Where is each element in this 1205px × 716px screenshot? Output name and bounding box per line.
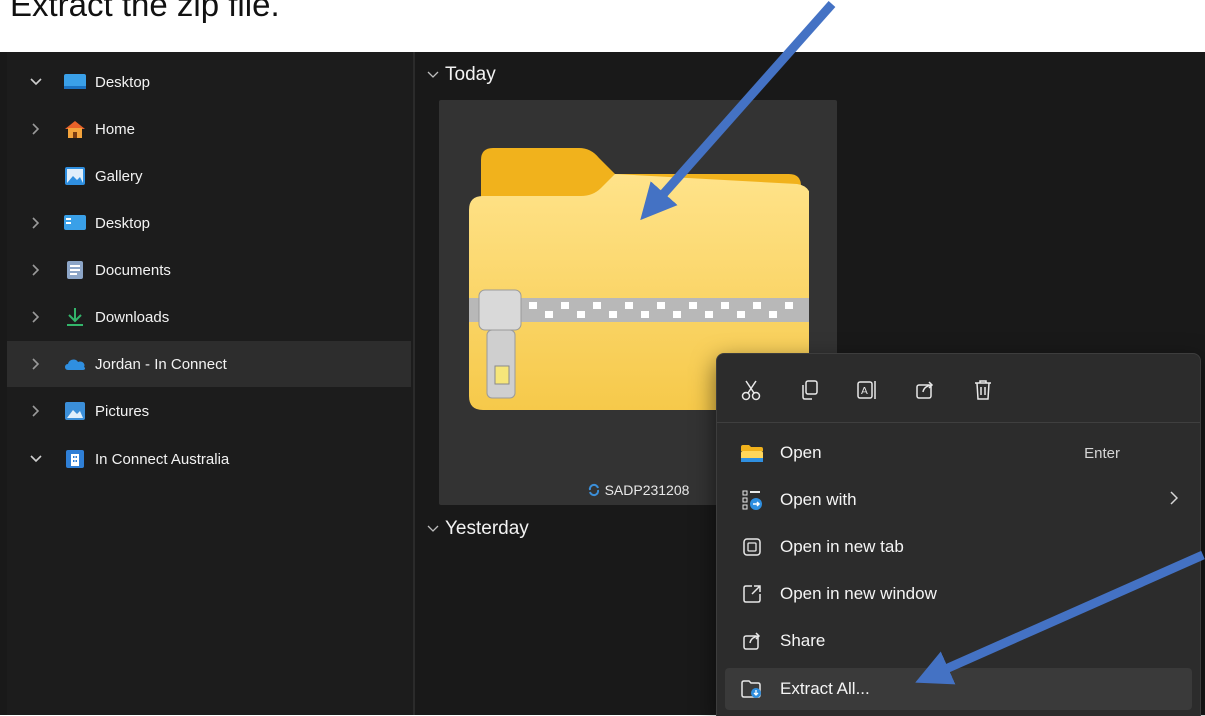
menu-item-label: Share <box>780 631 826 650</box>
delete-icon[interactable] <box>961 368 1005 412</box>
pictures-icon <box>63 401 87 421</box>
file-name-label: SADP231208 <box>604 482 690 498</box>
new-tab-icon <box>739 536 765 558</box>
nav-item-downloads[interactable]: Downloads <box>7 294 411 340</box>
menu-item-label: Extract All... <box>780 679 870 698</box>
share-icon[interactable] <box>903 368 947 412</box>
group-header-yesterday[interactable]: Yesterday <box>427 518 529 540</box>
share-icon <box>739 630 765 652</box>
nav-item-label: Desktop <box>95 73 151 91</box>
nav-item-desktop[interactable]: Desktop <box>7 200 411 246</box>
nav-item-label: Gallery <box>95 167 143 185</box>
new-window-icon <box>739 583 765 605</box>
context-menu: A Open Enter Open with Open in new tab O… <box>716 353 1201 716</box>
group-label: Today <box>445 64 496 85</box>
chevron-right-icon[interactable] <box>29 263 43 277</box>
menu-item-label: Open <box>780 443 822 462</box>
chevron-right-icon <box>1170 490 1179 510</box>
copy-icon[interactable] <box>787 368 831 412</box>
svg-text:A: A <box>861 386 868 397</box>
documents-icon <box>63 260 87 280</box>
menu-item-open[interactable]: Open Enter <box>725 432 1192 474</box>
instruction-caption: Extract the zip file. <box>10 0 280 23</box>
chevron-right-icon[interactable] <box>29 122 43 136</box>
menu-item-share[interactable]: Share <box>725 620 1192 662</box>
download-icon <box>63 307 87 327</box>
nav-item-label: In Connect Australia <box>95 450 230 468</box>
nav-item-label: Desktop <box>95 214 151 232</box>
chevron-down-icon[interactable] <box>29 75 43 89</box>
gallery-icon <box>63 166 87 186</box>
nav-item-in-connect-australia[interactable]: In Connect Australia <box>7 436 411 482</box>
chevron-right-icon[interactable] <box>29 310 43 324</box>
menu-item-label: Open with <box>780 490 857 509</box>
nav-item-documents[interactable]: Documents <box>7 247 411 293</box>
home-icon <box>63 119 87 139</box>
onedrive-cloud-icon <box>63 354 87 374</box>
menu-item-open-new-tab[interactable]: Open in new tab <box>725 526 1192 568</box>
navigation-pane: Desktop Home Gallery Desktop Documents D… <box>7 52 413 715</box>
nav-item-label: Downloads <box>95 308 170 326</box>
shortcut-hint: Enter <box>1084 444 1120 462</box>
menu-separator <box>717 422 1200 423</box>
group-header-today[interactable]: Today <box>427 64 496 86</box>
nav-item-gallery[interactable]: Gallery <box>7 153 411 199</box>
nav-item-label: Documents <box>95 261 171 279</box>
building-icon <box>63 449 87 469</box>
rename-icon[interactable]: A <box>845 368 889 412</box>
sync-icon <box>588 483 599 497</box>
nav-item-label: Home <box>95 120 136 138</box>
menu-item-open-new-window[interactable]: Open in new window <box>725 573 1192 615</box>
chevron-down-icon[interactable] <box>29 452 43 466</box>
nav-item-label: Pictures <box>95 402 150 420</box>
menu-item-label: Open in new window <box>780 584 937 603</box>
chevron-down-icon <box>427 71 439 78</box>
nav-item-home[interactable]: Home <box>7 106 411 152</box>
nav-item-pictures[interactable]: Pictures <box>7 388 411 434</box>
chevron-right-icon[interactable] <box>29 357 43 371</box>
desktop-icon <box>63 72 87 92</box>
open-with-icon <box>739 489 765 511</box>
quick-actions-bar: A <box>729 368 1005 412</box>
nav-item-label: Jordan - In Connect <box>95 355 227 373</box>
nav-item-desktop-root[interactable]: Desktop <box>7 59 411 105</box>
menu-item-extract-all[interactable]: Extract All... <box>725 668 1192 710</box>
chevron-right-icon[interactable] <box>29 216 43 230</box>
menu-item-label: Open in new tab <box>780 537 904 556</box>
cut-icon[interactable] <box>729 368 773 412</box>
chevron-right-icon[interactable] <box>29 404 43 418</box>
folder-icon <box>739 442 765 464</box>
desktop-icon <box>63 213 87 233</box>
extract-icon <box>739 678 765 700</box>
nav-item-onedrive[interactable]: Jordan - In Connect <box>7 341 411 387</box>
menu-item-open-with[interactable]: Open with <box>725 479 1192 521</box>
chevron-down-icon <box>427 525 439 532</box>
group-label: Yesterday <box>445 518 529 539</box>
